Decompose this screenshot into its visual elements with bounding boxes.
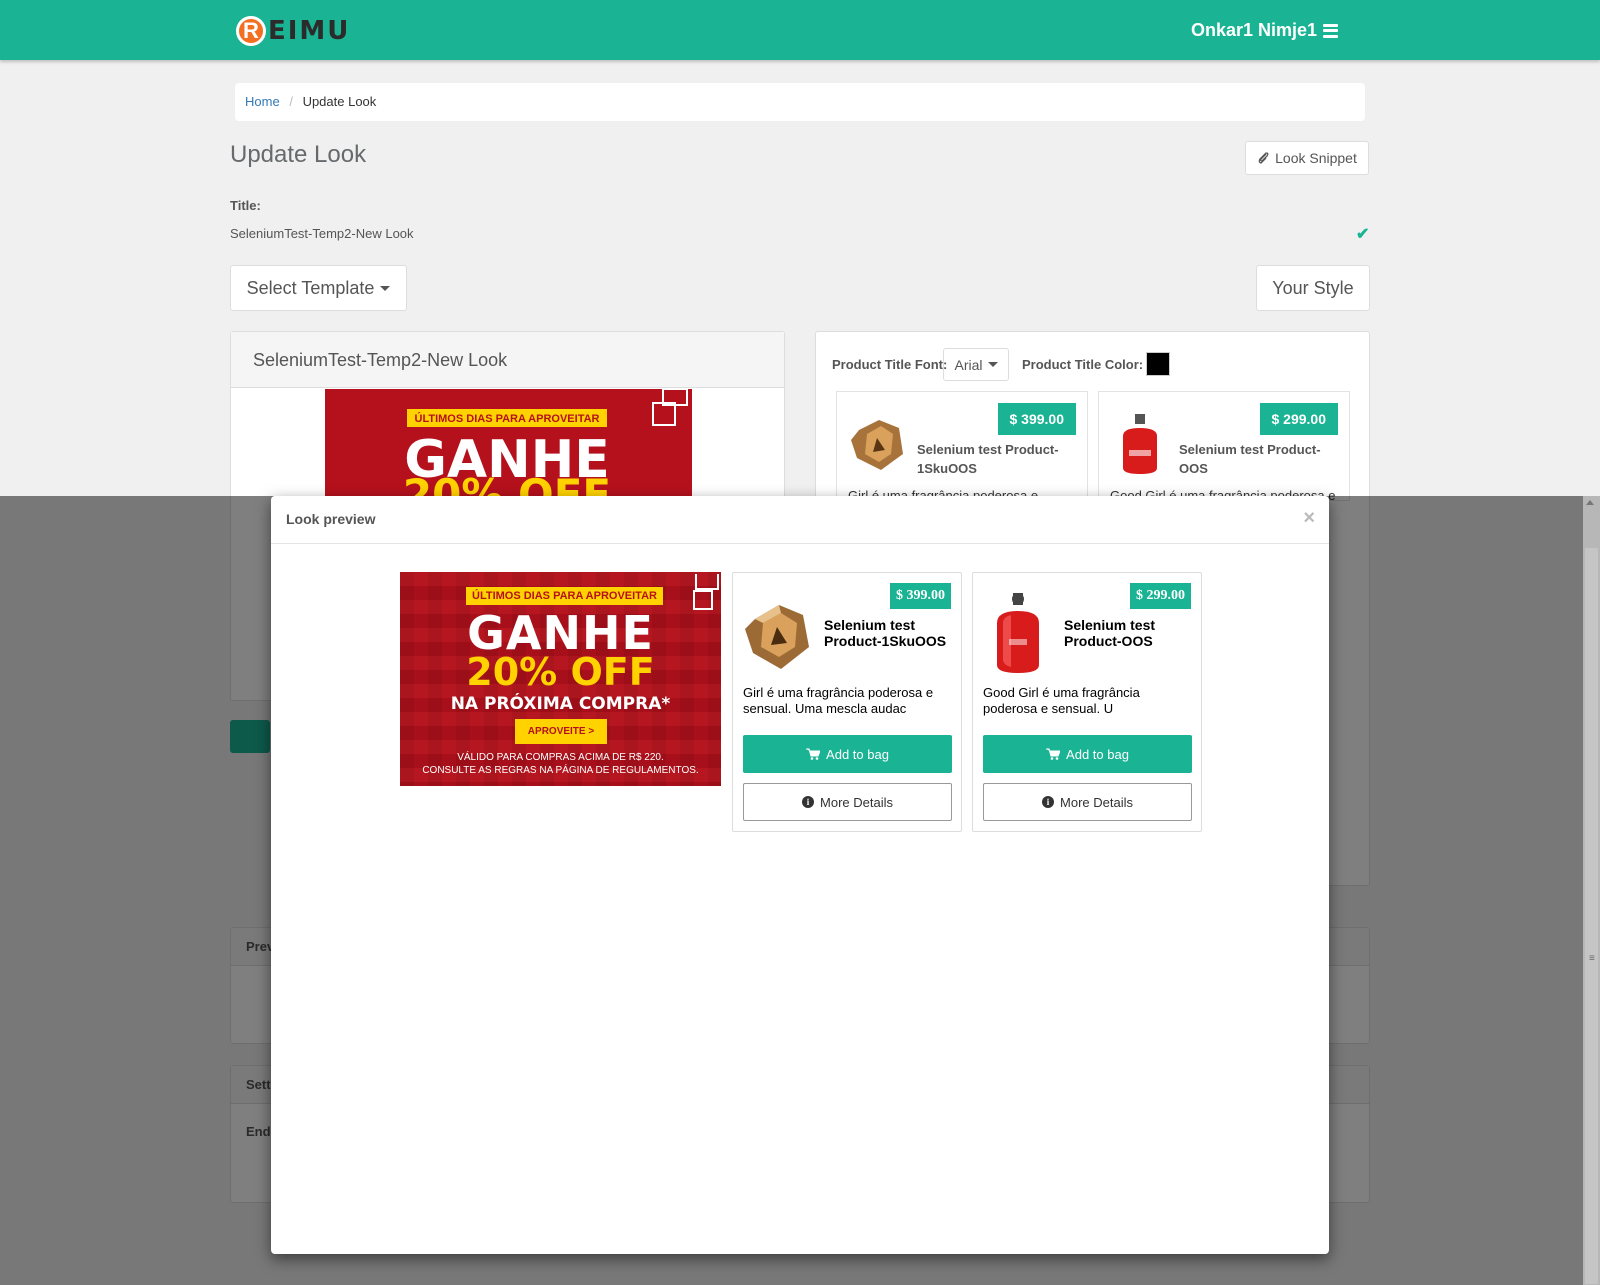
add-to-bag-label: Add to bag xyxy=(1066,746,1129,762)
look-snippet-label: Look Snippet xyxy=(1275,150,1357,166)
modal-title: Look preview xyxy=(286,511,376,527)
caret-down-icon xyxy=(380,285,391,291)
promo-banner[interactable]: ÚLTIMOS DIAS PARA APROVEITAR GANHE 20% O… xyxy=(400,572,721,786)
look-banner-thumbnail: ÚLTIMOS DIAS PARA APROVEITAR GANHE 20% O… xyxy=(325,389,692,499)
close-icon[interactable]: × xyxy=(1303,507,1315,530)
svg-text:ÚLTIMOS DIAS PARA APROVEITAR: ÚLTIMOS DIAS PARA APROVEITAR xyxy=(415,412,600,425)
product-card: $ 299.00 Selenium test Product-OOS Good … xyxy=(972,572,1202,832)
look-snippet-button[interactable]: Look Snippet xyxy=(1245,141,1369,175)
product-title-color-label: Product Title Color: xyxy=(1022,357,1144,372)
look-preview-modal: Look preview × ÚLTIMOS DIAS PARA APROVEI… xyxy=(271,496,1329,1254)
product-title-line: Selenium test Product- xyxy=(917,442,1059,457)
more-details-label: More Details xyxy=(820,794,893,810)
breadcrumb-current: Update Look xyxy=(302,94,377,109)
banner-discount: 20% OFF xyxy=(466,650,655,694)
product-description: Good Girl é uma fragrância poderosa e se… xyxy=(983,685,1140,716)
info-circle-icon: i xyxy=(802,796,815,808)
product-description: Girl é uma fragrância poderosa e sensual… xyxy=(743,685,934,716)
brand-logo[interactable]: R EIMU xyxy=(236,15,350,47)
your-style-button[interactable]: Your Style xyxy=(1256,265,1370,311)
logo-badge: R xyxy=(236,16,266,46)
banner-cta-button[interactable]: APROVEITE > xyxy=(515,719,607,744)
scroll-grip-icon: ≡ xyxy=(1589,953,1595,964)
modal-header: Look preview × xyxy=(271,496,1329,544)
style-product-card: $ 399.00 Selenium test Product- 1SkuOOS … xyxy=(836,391,1088,501)
product-title: Selenium test Product-OOS xyxy=(1179,442,1321,476)
product-price: $ 399.00 xyxy=(997,403,1076,435)
breadcrumb-separator: / xyxy=(289,94,293,109)
banner-subheadline: NA PRÓXIMA COMPRA* xyxy=(450,694,671,714)
select-template-label: Select Template xyxy=(246,277,375,298)
perfume-bottle-gold-image xyxy=(745,605,809,669)
more-details-button[interactable]: i More Details xyxy=(743,783,952,821)
hamburger-menu-icon[interactable] xyxy=(1323,23,1339,38)
perfume-bottle-gold-image xyxy=(851,420,903,470)
more-details-button[interactable]: i More Details xyxy=(983,783,1192,821)
add-to-bag-button[interactable]: Add to bag xyxy=(743,735,952,773)
page-title: Update Look xyxy=(230,141,367,168)
scroll-up-arrow-icon[interactable] xyxy=(1586,500,1594,505)
product-price: $ 299.00 xyxy=(1259,403,1338,435)
logo-text: EIMU xyxy=(268,16,351,46)
breadcrumb: Home / Update Look xyxy=(235,83,1365,121)
product-price-badge: $ 299.00 xyxy=(1130,583,1191,609)
style-product-card: $ 299.00 Selenium test Product-OOS Good … xyxy=(1098,391,1350,501)
scrollbar-thumb[interactable]: ≡ xyxy=(1585,548,1598,1284)
product-price-badge: $ 399.00 xyxy=(890,583,951,609)
add-to-bag-button[interactable]: Add to bag xyxy=(983,735,1192,773)
paperclip-icon xyxy=(1258,152,1269,164)
product-title: Selenium test Product-OOS xyxy=(1064,617,1156,649)
banner-terms-line: VÁLIDO PARA COMPRAS ACIMA DE R$ 220. xyxy=(457,752,664,763)
title-value[interactable]: SeleniumTest-Temp2-New Look xyxy=(230,226,414,241)
your-style-label: Your Style xyxy=(1272,277,1354,298)
info-circle-icon: i xyxy=(1042,796,1055,808)
user-menu[interactable]: Onkar1 Nimje1 xyxy=(1191,20,1339,41)
product-title: Selenium test Product- 1SkuOOS xyxy=(917,440,1059,478)
product-title-font-dropdown[interactable]: Arial xyxy=(943,348,1009,381)
look-card-heading: SeleniumTest-Temp2-New Look xyxy=(231,332,784,388)
top-navbar: R EIMU Onkar1 Nimje1 xyxy=(0,0,1600,60)
perfume-bottle-red-image xyxy=(997,593,1039,673)
checkmark-icon[interactable]: ✔ xyxy=(1356,224,1369,244)
perfume-bottle-red-image xyxy=(1123,414,1157,474)
svg-text:20% OFF: 20% OFF xyxy=(403,470,611,499)
breadcrumb-home-link[interactable]: Home xyxy=(245,94,280,109)
shopping-cart-icon xyxy=(806,748,821,760)
banner-square-decoration xyxy=(695,574,719,590)
banner-tag: ÚLTIMOS DIAS PARA APROVEITAR xyxy=(466,587,663,605)
product-title-line: 1SkuOOS xyxy=(917,461,977,476)
shopping-cart-icon xyxy=(1046,748,1061,760)
add-to-bag-label: Add to bag xyxy=(826,746,889,762)
title-label: Title: xyxy=(230,198,261,213)
product-title-font-label: Product Title Font: xyxy=(832,357,948,372)
font-value: Arial xyxy=(954,356,983,373)
product-title: Selenium test Product-1SkuOOS xyxy=(824,617,947,649)
caret-down-icon xyxy=(987,362,998,367)
product-card: $ 399.00 Selenium test Product-1SkuOOS G… xyxy=(732,572,962,832)
banner-terms-line: CONSULTE AS REGRAS NA PÁGINA DE REGULAME… xyxy=(422,765,699,776)
user-name: Onkar1 Nimje1 xyxy=(1191,20,1318,40)
more-details-label: More Details xyxy=(1060,794,1133,810)
modal-scrollbar[interactable]: ≡ xyxy=(1583,496,1600,1285)
product-title-color-swatch[interactable] xyxy=(1146,352,1170,376)
select-template-dropdown[interactable]: Select Template xyxy=(230,265,407,311)
